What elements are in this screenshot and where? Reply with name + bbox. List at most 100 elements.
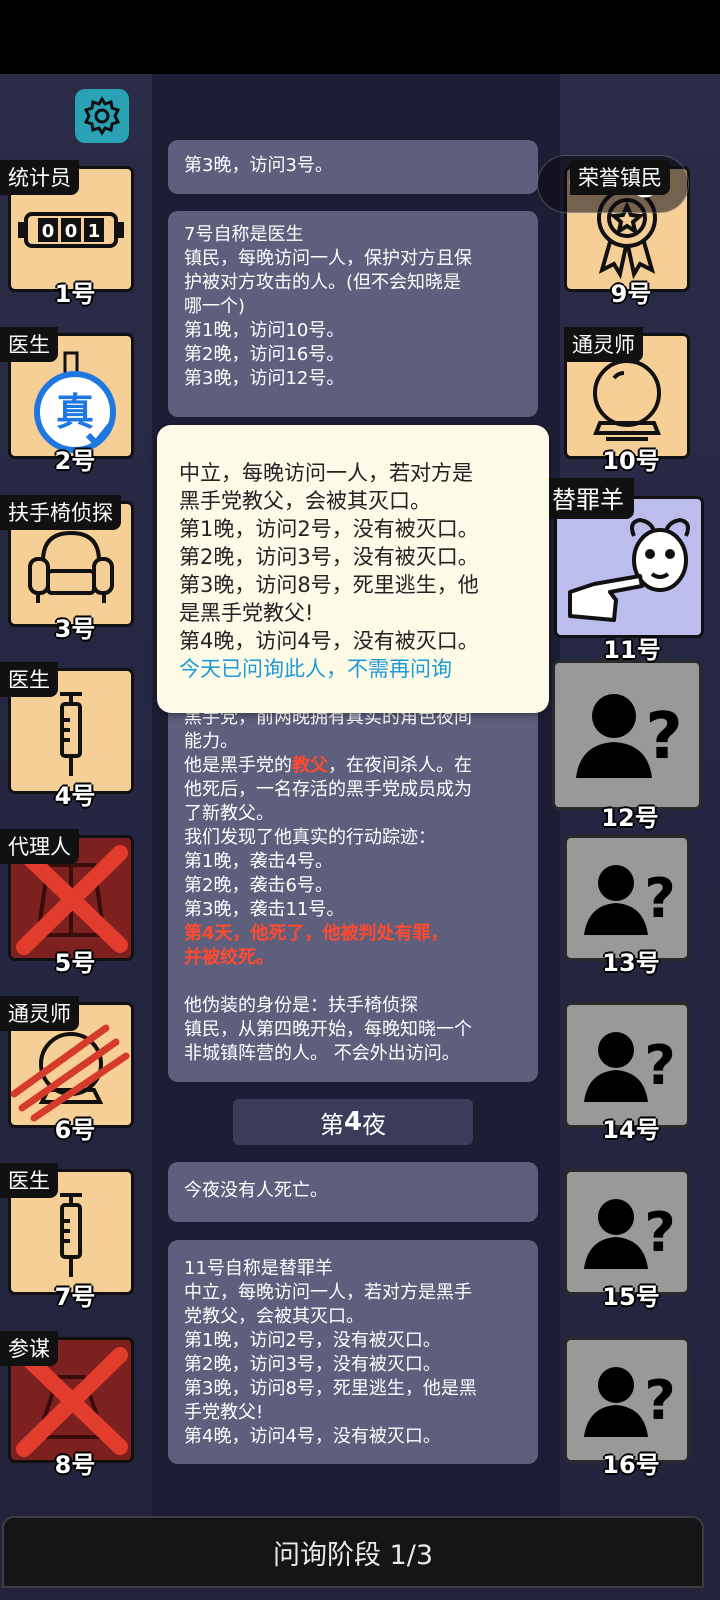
gear-icon xyxy=(83,96,121,136)
player-number: 4号 xyxy=(54,782,96,810)
message-bubble-scapegoat: 11号自称是替罪羊 中立，每晚访问一人，若对方是黑手 党教父，会被其灭口。 第1… xyxy=(168,1240,538,1464)
player-card-6[interactable]: 通灵师 6号 xyxy=(0,996,136,1144)
role-label: 荣誉镇民 xyxy=(570,160,670,195)
player-number: 11号 xyxy=(603,636,661,664)
player-number: 8号 xyxy=(54,1451,96,1479)
message-line: 镇民，从第四晚开始，每晚知晓一个 xyxy=(184,1019,472,1040)
message-line: 了新教父。 xyxy=(184,803,274,824)
message-line: 今夜没有人死亡。 xyxy=(184,1180,328,1201)
player-card-4[interactable]: 医生 4号 xyxy=(0,662,136,810)
message-line: 他伪装的身份是：扶手椅侦探 xyxy=(184,995,418,1016)
player-number: 6号 xyxy=(54,1116,96,1144)
player-card-13[interactable]: ? 13号 xyxy=(556,829,692,977)
message-text: ，在夜间杀人。在 xyxy=(328,755,472,776)
settings-button[interactable] xyxy=(75,89,129,143)
message-line: 他死后，一名存活的黑手党成员成为 xyxy=(184,779,472,800)
message-line: 哪一个) xyxy=(184,296,246,317)
message-line: 第1晚，访问2号，没有被灭口。 xyxy=(184,1330,441,1351)
message-line: 第3晚，访问3号。 xyxy=(184,155,333,176)
svg-text:?: ? xyxy=(644,1369,675,1432)
player-card-15[interactable]: ? 15号 xyxy=(556,1163,692,1311)
role-label: 扶手椅侦探 xyxy=(0,495,121,530)
player-number: 15号 xyxy=(602,1283,660,1311)
message-line: 11号自称是替罪羊 xyxy=(184,1258,333,1279)
message-line: 第1晚，袭击4号。 xyxy=(184,851,333,872)
role-label: 参谋 xyxy=(0,1331,58,1366)
player-card-10[interactable]: 通灵师 10号 xyxy=(556,327,692,475)
svg-text:1: 1 xyxy=(88,221,101,242)
popup-line: 第2晚，访问3号，没有被灭口。 xyxy=(179,545,479,569)
message-line: 非城镇阵营的人。 不会外出访问。 xyxy=(184,1043,460,1064)
message-line: 第2晚，访问3号，没有被灭口。 xyxy=(184,1354,441,1375)
player-number: 1号 xyxy=(54,280,96,308)
player-card-2[interactable]: 真 医生 2号 xyxy=(0,327,136,475)
popup-line: 第1晚，访问2号，没有被灭口。 xyxy=(179,517,479,541)
message-line: 能力。 xyxy=(184,731,238,752)
player-number: 12号 xyxy=(601,804,659,832)
popup-line: 是黑手党教父! xyxy=(179,601,314,625)
player-number: 10号 xyxy=(602,447,660,475)
svg-text:?: ? xyxy=(645,700,682,774)
message-line: 手党教父! xyxy=(184,1402,264,1423)
player-number: 13号 xyxy=(602,949,660,977)
highlight-text: 教父 xyxy=(292,755,328,776)
message-line-alert: 并被绞死。 xyxy=(184,947,274,968)
player-card-14[interactable]: ? 14号 xyxy=(556,996,692,1144)
message-line: 他是黑手党的教父，在夜间杀人。在 xyxy=(184,754,522,778)
svg-text:?: ? xyxy=(644,867,675,930)
popup-line: 中立，每晚访问一人，若对方是 xyxy=(179,461,473,485)
message-bubble-no-death: 今夜没有人死亡。 xyxy=(168,1162,538,1222)
role-label: 通灵师 xyxy=(564,327,643,362)
role-label: 代理人 xyxy=(0,829,79,864)
player-number: 9号 xyxy=(610,280,652,308)
player-number: 3号 xyxy=(54,615,96,643)
player-info-popup[interactable]: 中立，每晚访问一人，若对方是 黑手党教父，会被其灭口。 第1晚，访问2号，没有被… xyxy=(157,425,549,713)
message-line: 第3晚，访问12号。 xyxy=(184,368,345,389)
player-card-11[interactable]: 替罪羊 11号 xyxy=(542,478,708,664)
role-label: 统计员 xyxy=(0,160,79,195)
player-card-3[interactable]: 扶手椅侦探 3号 xyxy=(0,495,136,643)
player-card-8[interactable]: 参谋 8号 xyxy=(0,1331,136,1479)
popup-line: 黑手党教父，会被其灭口。 xyxy=(179,489,431,513)
player-card-16[interactable]: ? 16号 xyxy=(556,1331,692,1479)
svg-text:?: ? xyxy=(644,1034,675,1097)
message-bubble-doctor: 7号自称是医生 镇民，每晚访问一人，保护对方且保 护被对方攻击的人。(但不会知晓… xyxy=(168,211,538,417)
message-line: 第2晚，访问16号。 xyxy=(184,344,345,365)
player-card-12[interactable]: ? 12号 xyxy=(548,654,708,832)
popup-line: 第3晚，访问8号，死里逃生，他 xyxy=(179,573,479,597)
player-number: 5号 xyxy=(54,949,96,977)
message-line: 我们发现了他真实的行动踪迹： xyxy=(184,827,436,848)
player-card-1[interactable]: 0 0 1 统计员 1号 xyxy=(0,160,136,308)
message-line: 第1晚，访问10号。 xyxy=(184,320,345,341)
popup-line: 第4晚，访问4号，没有被灭口。 xyxy=(179,629,479,653)
player-number: 7号 xyxy=(54,1283,96,1311)
message-line: 第3晚，访问8号，死里逃生，他是黑 xyxy=(184,1378,477,1399)
night-suffix: 夜 xyxy=(362,1110,387,1139)
message-line: 第2晚，袭击6号。 xyxy=(184,875,333,896)
player-number: 14号 xyxy=(602,1116,660,1144)
message-line: 第4晚，访问4号，没有被灭口。 xyxy=(184,1426,441,1447)
message-text: 他是黑手党的 xyxy=(184,755,292,776)
player-card-5[interactable]: 代理人 5号 xyxy=(0,829,136,977)
unknown-person-icon: ? xyxy=(576,694,683,778)
role-label: 替罪羊 xyxy=(542,478,634,519)
svg-text:0: 0 xyxy=(65,221,78,242)
night-prefix: 第 xyxy=(319,1110,344,1139)
player-card-7[interactable]: 医生 7号 xyxy=(0,1163,136,1311)
svg-text:真: 真 xyxy=(56,390,94,434)
message-line: 7号自称是医生 xyxy=(184,224,304,245)
night-number: 4 xyxy=(343,1107,363,1137)
message-bubble-godfather: 黑手党，前两晚拥有真实的角色夜间 能力。 他是黑手党的教父，在夜间杀人。在 他死… xyxy=(168,692,538,1082)
status-bar xyxy=(0,0,720,74)
message-bubble-partial: 第3晚，访问3号。 xyxy=(168,140,538,194)
message-line-alert: 第4天，他死了，他被判处有罪， xyxy=(184,923,449,944)
role-label: 医生 xyxy=(0,327,58,362)
message-line: 党教父，会被其灭口。 xyxy=(184,1306,364,1327)
popup-note: 今天已问询此人，不需再问询 xyxy=(179,657,452,681)
phase-indicator: 问询阶段 1/3 xyxy=(2,1516,704,1588)
role-label: 医生 xyxy=(0,662,58,697)
svg-text:0: 0 xyxy=(42,221,55,242)
message-line: 护被对方攻击的人。(但不会知晓是 xyxy=(184,272,462,293)
player-number: 2号 xyxy=(54,447,96,475)
